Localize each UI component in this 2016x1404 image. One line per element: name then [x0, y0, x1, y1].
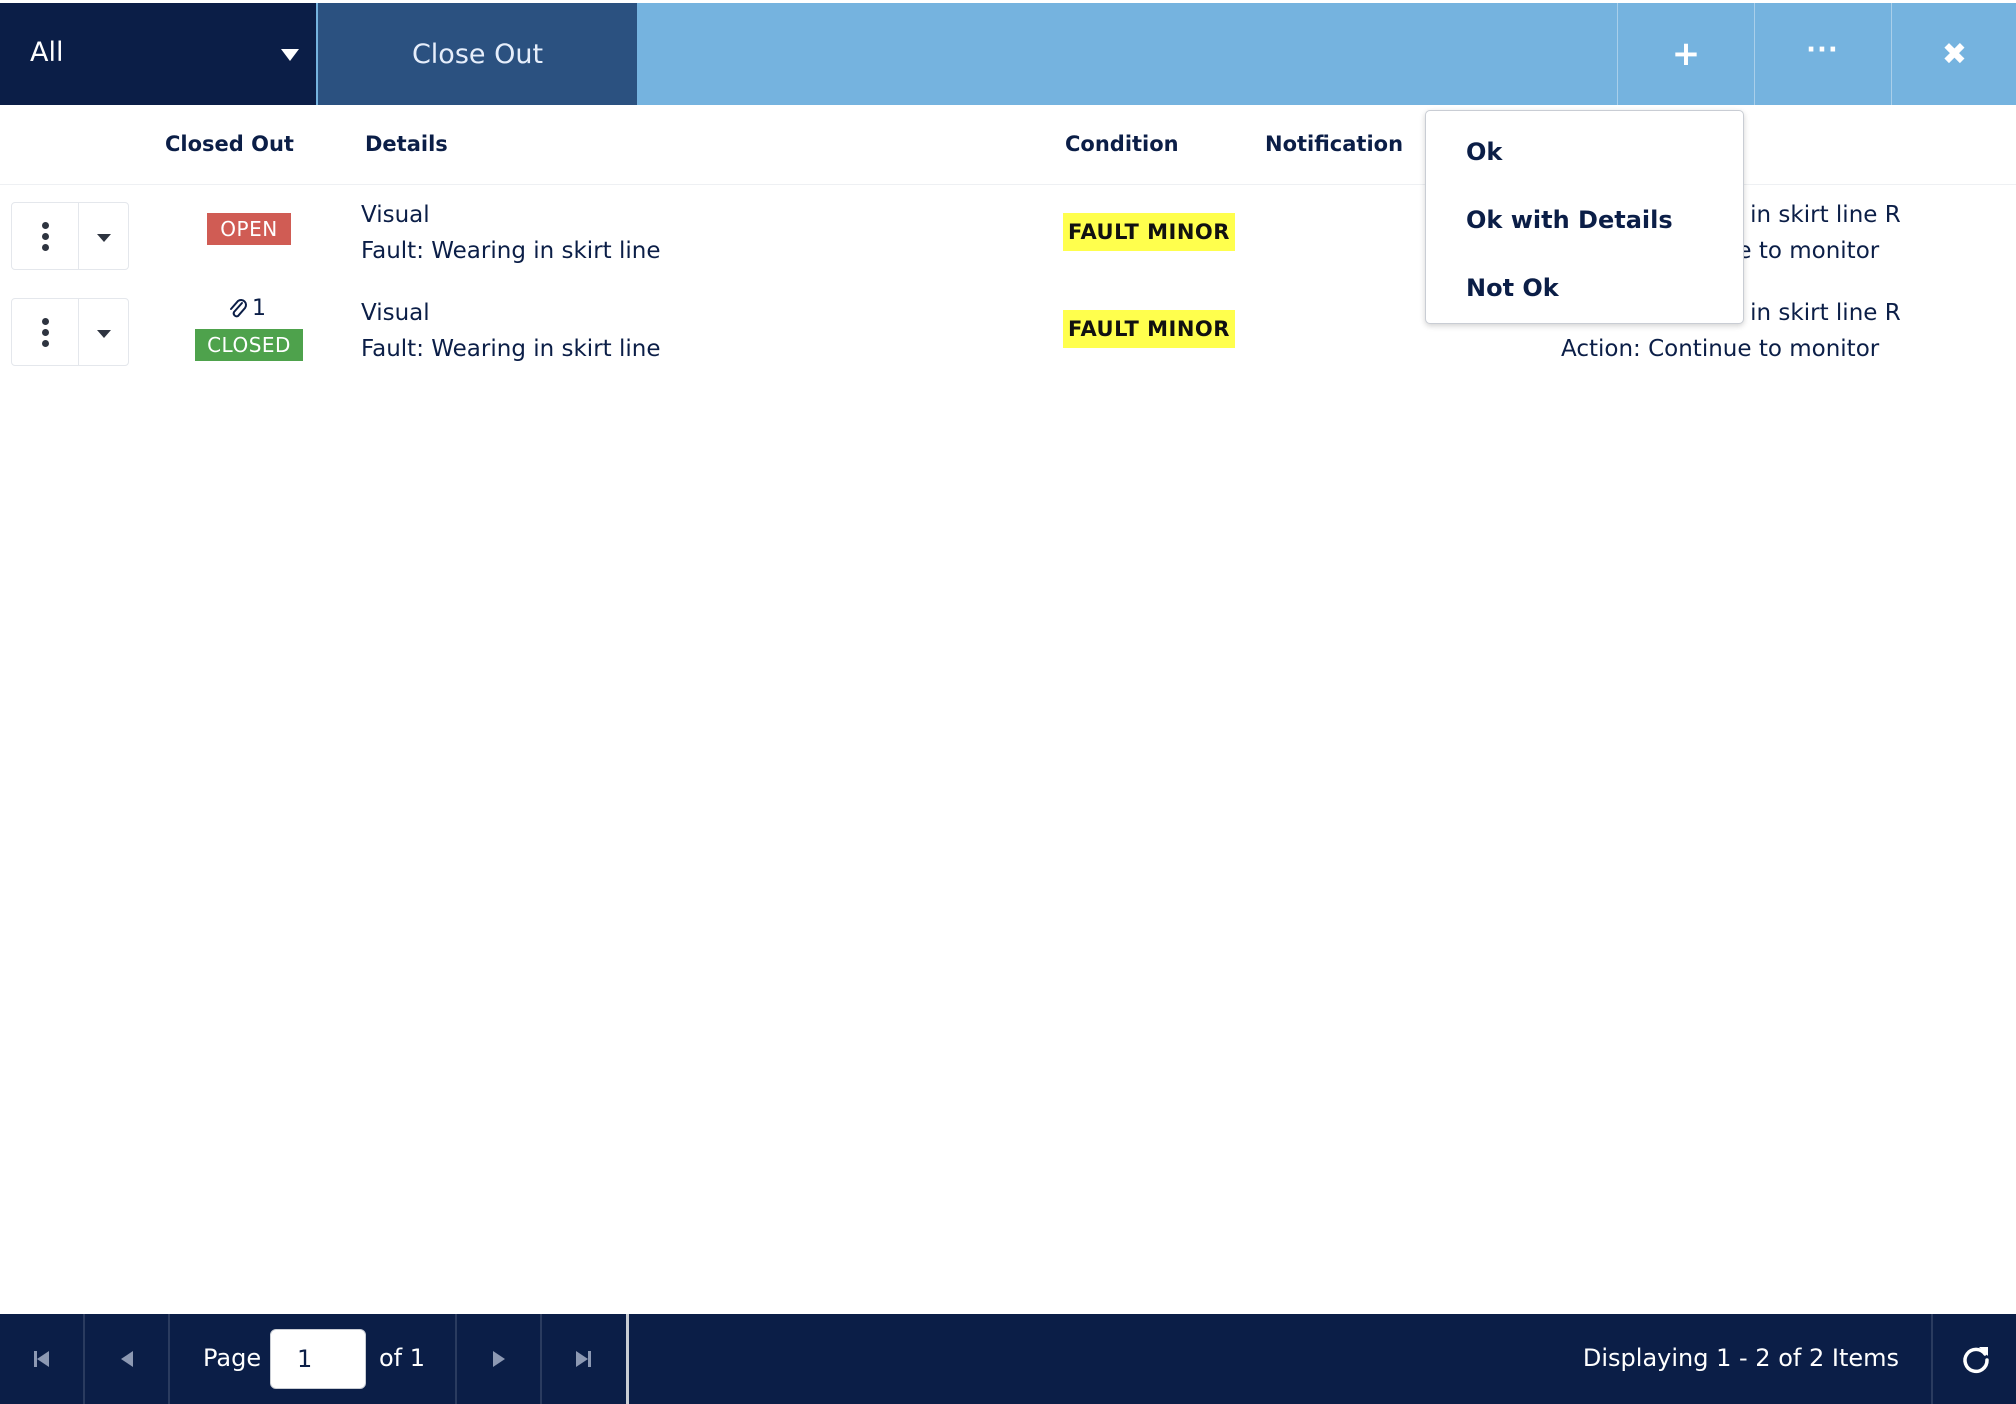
close-out-menu: Ok Ok with Details Not Ok	[1425, 110, 1744, 324]
more-options-icon[interactable]: ···	[1754, 3, 1890, 105]
condition-badge: FAULT MINOR	[1063, 310, 1235, 348]
refresh-icon	[1962, 1347, 1989, 1374]
chevron-down-icon[interactable]	[79, 299, 128, 365]
row-action-group	[11, 202, 129, 270]
details-type: Visual	[361, 202, 430, 228]
column-header-closed-out[interactable]: Closed Out	[165, 132, 294, 156]
next-page-icon	[492, 1351, 505, 1367]
attachment-indicator[interactable]: 1	[228, 296, 266, 321]
menu-item-ok-with-details[interactable]: Ok with Details	[1466, 206, 1673, 234]
previous-page-button[interactable]	[85, 1314, 170, 1404]
row-action-group	[11, 298, 129, 366]
column-header-details[interactable]: Details	[365, 132, 448, 156]
details-type: Visual	[361, 300, 430, 326]
next-page-button[interactable]	[455, 1314, 542, 1404]
menu-item-ok[interactable]: Ok	[1466, 138, 1502, 166]
refresh-button[interactable]	[1931, 1314, 2016, 1404]
condition-badge: FAULT MINOR	[1063, 213, 1235, 251]
add-icon[interactable]: +	[1617, 3, 1754, 105]
previous-page-icon	[120, 1351, 133, 1367]
attachment-count: 1	[252, 296, 266, 321]
menu-item-not-ok[interactable]: Not Ok	[1466, 274, 1559, 302]
status-badge: CLOSED	[195, 329, 303, 361]
chevron-down-icon[interactable]	[79, 203, 128, 269]
filter-dropdown[interactable]: All	[0, 3, 316, 105]
page-number-input[interactable]	[270, 1329, 366, 1389]
details-fault: Fault: Wearing in skirt line	[361, 238, 661, 264]
paperclip-icon	[230, 298, 247, 317]
toolbar: All Close Out + ··· ✖	[0, 3, 2016, 105]
details-cell: Visual Fault: Wearing in skirt line	[361, 197, 661, 269]
kebab-menu-icon[interactable]	[12, 203, 79, 269]
kebab-menu-icon[interactable]	[12, 299, 79, 365]
last-page-button[interactable]	[541, 1314, 629, 1404]
details-fault: Fault: Wearing in skirt line	[361, 336, 661, 362]
close-out-button[interactable]: Close Out	[318, 3, 637, 105]
column-header-notification[interactable]: Notification	[1265, 132, 1403, 156]
first-page-button[interactable]	[0, 1314, 85, 1404]
details-cell: Visual Fault: Wearing in skirt line	[361, 295, 661, 367]
column-header-condition[interactable]: Condition	[1065, 132, 1179, 156]
last-page-icon	[576, 1351, 588, 1367]
filter-value: All	[30, 37, 64, 68]
display-count-text: Displaying 1 - 2 of 2 Items	[1582, 1344, 1899, 1372]
status-badge: OPEN	[207, 213, 291, 245]
close-icon[interactable]: ✖	[1891, 3, 2016, 105]
comment-action: Action: Continue to monitor	[1561, 336, 1880, 362]
pager: Page of 1 Displaying 1 - 2 of 2 Items	[0, 1314, 2016, 1404]
page-label: Page	[203, 1344, 262, 1372]
caret-down-icon	[281, 49, 299, 61]
page-count-label: of 1	[379, 1344, 426, 1372]
